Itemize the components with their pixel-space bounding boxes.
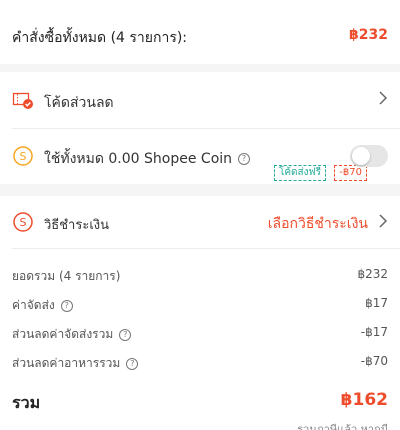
divider [12, 248, 400, 249]
help-icon[interactable]: ? [126, 357, 139, 370]
grand-total-label: รวม [12, 393, 41, 412]
voucher-icon [12, 89, 34, 111]
svg-text:S: S [20, 216, 27, 229]
help-icon[interactable]: ? [60, 299, 73, 312]
voucher-label: โค้ดส่วนลด [44, 95, 114, 111]
shipping-discount-label: ส่วนลดค่าจัดส่งรวม? [12, 325, 132, 344]
subtotal-value: ฿232 [357, 267, 388, 281]
discount-section: โค้ดส่วนลด โค้ดส่งฟรี -฿70 S ใช้ทั้งหมด … [0, 72, 400, 184]
payment-method-row[interactable]: S วิธีชำระเงิน เลือกวิธีชำระเงิน [0, 196, 400, 248]
payment-icon: S [12, 211, 34, 233]
voucher-row[interactable]: โค้ดส่วนลด โค้ดส่งฟรี -฿70 [0, 72, 400, 181]
chevron-right-icon [378, 90, 388, 110]
order-total-section: คำสั่งซื้อทั้งหมด (4 รายการ): ฿232 [0, 0, 400, 64]
coin-row: S ใช้ทั้งหมด 0.00 Shopee Coin? [0, 128, 400, 184]
select-payment-link[interactable]: เลือกวิธีชำระเงิน [268, 213, 368, 235]
toggle-knob [352, 147, 370, 165]
chevron-right-icon [378, 213, 388, 233]
shipping-fee-value: ฿17 [365, 296, 388, 310]
food-discount-label: ส่วนลดค่าอาหารรวม? [12, 354, 139, 373]
help-icon[interactable]: ? [238, 153, 251, 165]
svg-text:S: S [20, 150, 27, 163]
grand-total-value: ฿162 [340, 390, 388, 410]
shipping-discount-value: -฿17 [360, 325, 388, 339]
shipping-fee-label: ค่าจัดส่ง? [12, 296, 73, 315]
coin-label: ใช้ทั้งหมด 0.00 Shopee Coin? [44, 148, 251, 170]
help-icon[interactable]: ? [119, 328, 132, 341]
order-total-value: ฿232 [349, 27, 388, 43]
payment-label: วิธีชำระเงิน [44, 218, 109, 233]
food-discount-value: -฿70 [360, 354, 388, 368]
coin-icon: S [12, 145, 34, 167]
coin-toggle[interactable] [350, 145, 388, 167]
order-total-label: คำสั่งซื้อทั้งหมด (4 รายการ): [12, 30, 188, 46]
tax-footnote: รวมภาษีแล้ว หากมี [297, 423, 388, 430]
subtotal-label: ยอดรวม (4 รายการ) [12, 269, 121, 283]
